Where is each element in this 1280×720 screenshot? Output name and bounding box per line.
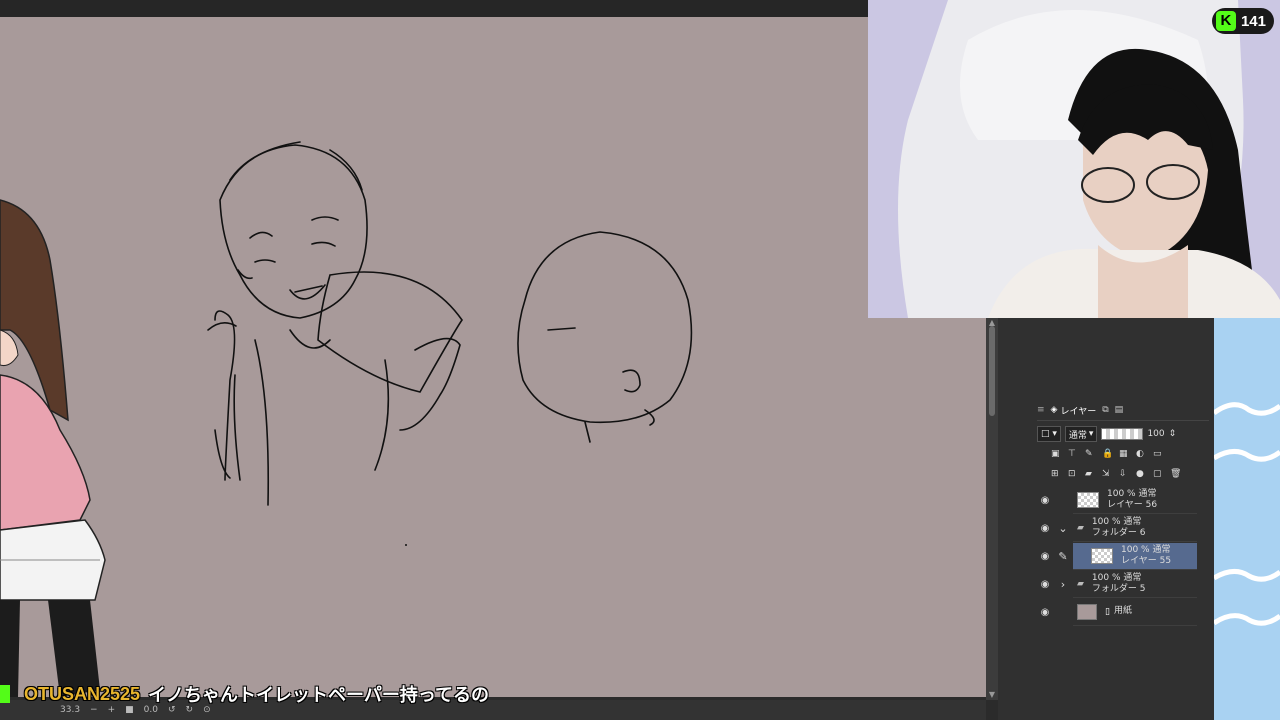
layers-icon: ◈ — [1050, 405, 1058, 415]
layer-row-folder[interactable]: ◉ ⌄ ▰ 100 % 通常 フォルダー 6 — [1037, 514, 1197, 542]
panel-menu-icon[interactable]: ≡ — [1037, 405, 1045, 415]
lock-alpha-icon[interactable]: ▦ — [1119, 449, 1131, 461]
layer-toolbar-row1: ▣ ⊤ ✎ 🔒 ▦ ◐ ▭ — [1037, 445, 1209, 465]
fit-icon[interactable]: ■ — [125, 705, 134, 715]
apply-mask-icon[interactable]: ▢ — [1153, 469, 1165, 481]
reference-icon[interactable]: ⊤ — [1068, 449, 1080, 461]
new-vector-layer-icon[interactable]: ⊡ — [1068, 469, 1080, 481]
baby-head-sketch — [517, 231, 693, 443]
tab-layer-property[interactable]: ▤ — [1115, 405, 1124, 415]
streamer-video — [868, 0, 1280, 318]
layer-panel: ≡ ◈ レイヤー ⧉ ▤ □ ▾ 通常 ▾ 100 ⇕ ▣ ⊤ ✎ 🔒 ▦ ◐ … — [1037, 400, 1209, 630]
zoom-in-icon[interactable]: + — [108, 705, 116, 715]
canvas-vertical-scrollbar[interactable]: ▲ ▼ — [986, 318, 998, 700]
viewer-count: 141 — [1240, 12, 1266, 30]
scroll-down-arrow-icon[interactable]: ▼ — [986, 690, 998, 700]
tab-layers[interactable]: ◈ レイヤー — [1051, 404, 1097, 417]
viewer-count-badge: K 141 — [1211, 8, 1274, 34]
chat-overlay: OTUSAN2525 イノちゃんトイレットペーパー持ってるの — [0, 682, 489, 706]
layer-row[interactable]: ◉ 100 % 通常 レイヤー 56 — [1037, 486, 1197, 514]
new-folder-icon[interactable]: ▰ — [1085, 469, 1097, 481]
zoom-out-icon[interactable]: − — [90, 705, 98, 715]
webcam-feed: K 141 — [868, 0, 1280, 318]
wave-pattern — [1214, 402, 1280, 626]
property-icon: ▤ — [1114, 405, 1124, 415]
chevron-right-icon[interactable]: › — [1053, 578, 1073, 591]
layer-color-select[interactable]: □ ▾ — [1037, 426, 1061, 442]
transfer-down-icon[interactable]: ⇲ — [1102, 469, 1114, 481]
paper-color-swatch — [1077, 603, 1097, 620]
kick-icon — [0, 685, 10, 703]
merge-down-icon[interactable]: ⇩ — [1119, 469, 1131, 481]
opacity-slider[interactable] — [1101, 428, 1144, 440]
layer-mask-icon[interactable]: ● — [1136, 469, 1148, 481]
opacity-value[interactable]: 100 — [1147, 429, 1164, 439]
layer-row-folder[interactable]: ◉ › ▰ 100 % 通常 フォルダー 5 — [1037, 570, 1197, 598]
eye-icon[interactable]: ◉ — [1037, 607, 1053, 618]
clip-icon[interactable]: ▣ — [1051, 449, 1063, 461]
eye-icon[interactable]: ◉ — [1037, 551, 1053, 562]
layer-controls: □ ▾ 通常 ▾ 100 ⇕ — [1037, 423, 1209, 445]
character-illustration — [0, 199, 106, 697]
opacity-stepper-icon[interactable]: ⇕ — [1169, 429, 1177, 439]
trash-icon[interactable]: 🗑 — [1170, 469, 1182, 481]
folder-icon: ▰ — [1077, 578, 1084, 589]
app-top-bar — [0, 0, 868, 17]
eye-icon[interactable]: ◉ — [1037, 523, 1053, 534]
palette-icon[interactable]: ▭ — [1153, 449, 1165, 461]
blend-mode-select[interactable]: 通常 ▾ — [1064, 426, 1098, 442]
decorative-wave-panel — [1214, 318, 1280, 720]
lock-icon[interactable]: 🔒 — [1102, 449, 1114, 461]
kick-icon: K — [1215, 11, 1236, 31]
chat-username: OTUSAN2525 — [24, 683, 141, 704]
layer-row-paper[interactable]: ◉ ▯ 用紙 — [1037, 598, 1197, 626]
layer-thumbnail — [1077, 491, 1099, 508]
drawing-canvas[interactable] — [0, 17, 986, 697]
new-raster-layer-icon[interactable]: ⊞ — [1051, 469, 1063, 481]
pen-icon: ✎ — [1058, 549, 1068, 563]
chat-message: イノちゃんトイレットペーパー持ってるの — [148, 685, 489, 706]
eye-icon[interactable]: ◉ — [1037, 579, 1053, 590]
folder-icon: ▰ — [1077, 522, 1084, 533]
sketch-artwork — [0, 141, 693, 697]
layer-toolbar-row2: ⊞ ⊡ ▰ ⇲ ⇩ ● ▢ 🗑 — [1037, 465, 1209, 485]
paper-icon: ▯ — [1105, 606, 1110, 617]
man-sketch — [207, 141, 463, 506]
history-icon: ⧉ — [1102, 405, 1109, 415]
chevron-down-icon[interactable]: ⌄ — [1053, 522, 1073, 535]
tab-history[interactable]: ⧉ — [1102, 405, 1108, 415]
eye-icon[interactable]: ◉ — [1037, 495, 1053, 506]
draft-icon[interactable]: ✎ — [1085, 449, 1097, 461]
layer-thumbnail — [1091, 547, 1113, 564]
mask-icon[interactable]: ◐ — [1136, 449, 1148, 461]
layer-row-selected[interactable]: ◉ ✎ 100 % 通常 レイヤー 55 — [1037, 542, 1197, 570]
zoom-level[interactable]: 33.3 — [60, 705, 80, 715]
scrollbar-thumb[interactable] — [989, 326, 995, 416]
layer-panel-tabs: ≡ ◈ レイヤー ⧉ ▤ — [1037, 400, 1209, 421]
